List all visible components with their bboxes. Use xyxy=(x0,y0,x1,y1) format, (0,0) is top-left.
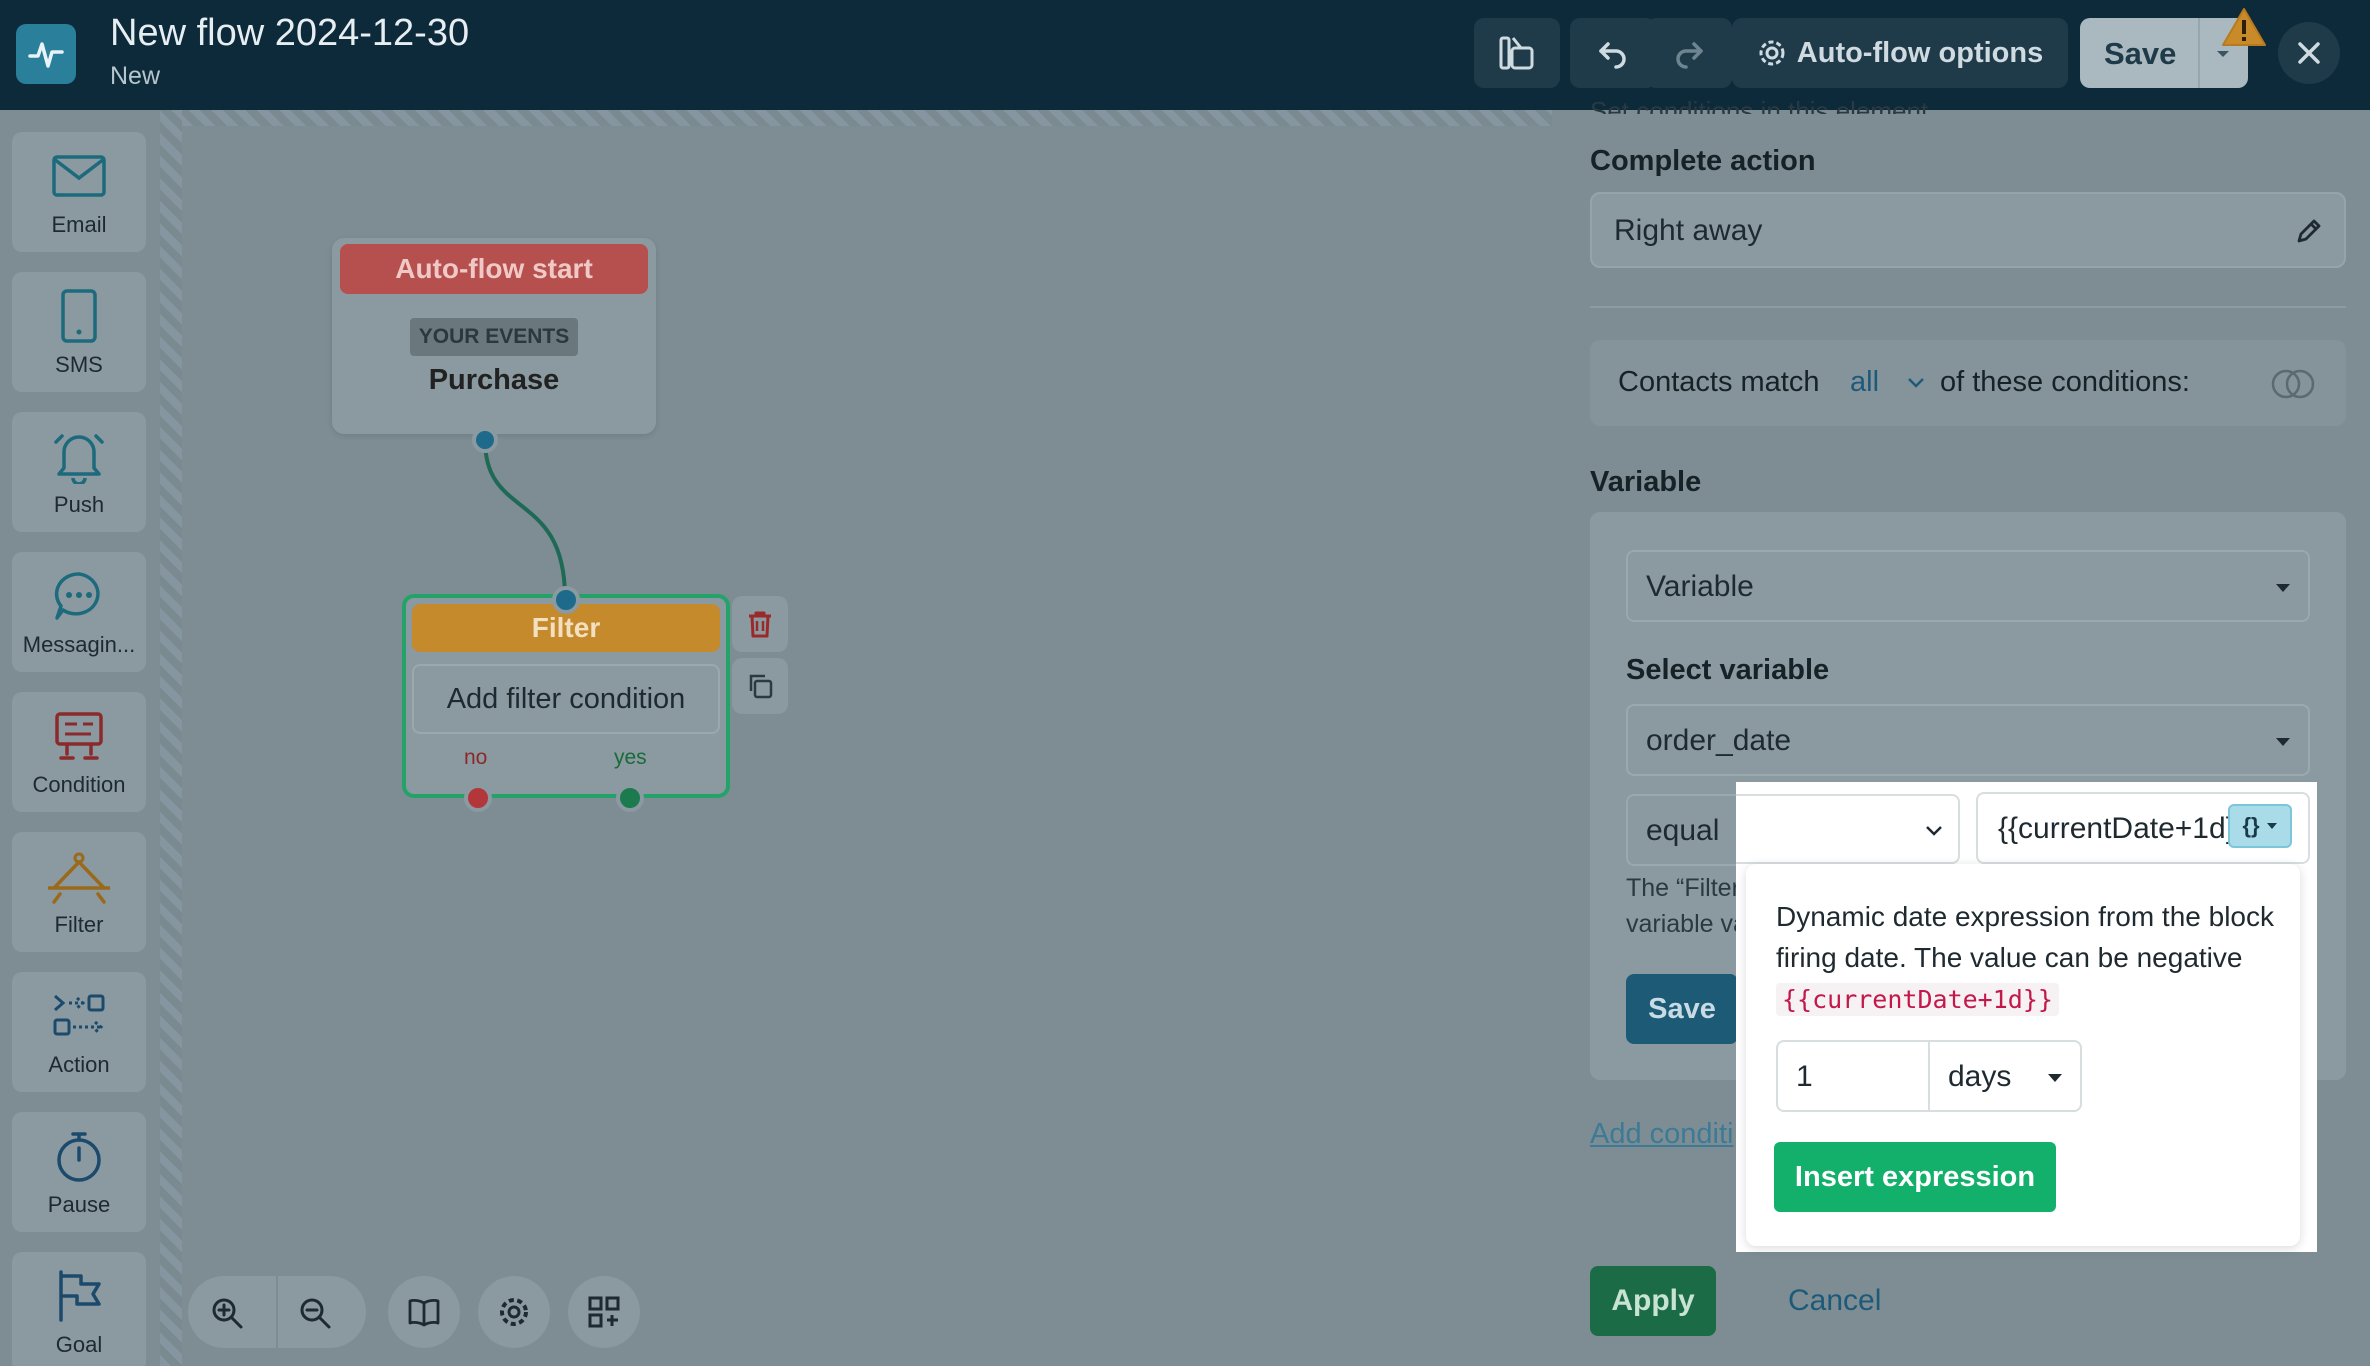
popup-description-text: Dynamic date expression from the block f… xyxy=(1776,901,2274,973)
yes-branch-label: yes xyxy=(614,746,647,769)
panel-divider xyxy=(1590,306,2346,308)
filter-node[interactable]: Filter Add filter condition no yes xyxy=(402,594,730,798)
match-prefix: Contacts match xyxy=(1618,366,1820,398)
yes-output-port[interactable] xyxy=(616,784,644,812)
amount-input[interactable]: 1 xyxy=(1776,1040,1930,1112)
warning-icon[interactable] xyxy=(2220,6,2268,53)
zoom-controls xyxy=(188,1276,366,1348)
close-icon xyxy=(2298,42,2320,64)
caret-down-icon xyxy=(2266,823,2277,829)
events-tag: YOUR EVENTS xyxy=(410,318,578,356)
unit-select[interactable]: days xyxy=(1928,1040,2082,1112)
add-filter-condition[interactable]: Add filter condition xyxy=(412,664,720,734)
filter-hint-line2: variable va xyxy=(1626,910,1747,938)
redo-button[interactable] xyxy=(1646,18,1732,88)
expression-menu-button[interactable]: {} xyxy=(2228,804,2292,848)
zoom-in-icon xyxy=(212,1298,243,1329)
edit-pencil-icon[interactable] xyxy=(2294,216,2324,246)
canvas-settings-button[interactable] xyxy=(478,1276,550,1348)
grid-icon xyxy=(588,1296,620,1328)
no-output-port[interactable] xyxy=(464,784,492,812)
zoom-out-button[interactable] xyxy=(298,1296,332,1335)
operator-select[interactable] xyxy=(1736,794,1960,864)
insert-expression-button[interactable]: Insert expression xyxy=(1774,1142,2056,1212)
auto-flow-options-label: Auto-flow options xyxy=(1796,36,2044,69)
amount-value: 1 xyxy=(1796,1060,1813,1093)
intersect-circles-icon[interactable] xyxy=(2270,368,2316,400)
undo-button[interactable] xyxy=(1570,18,1656,88)
book-icon xyxy=(408,1299,440,1327)
zoom-divider xyxy=(276,1276,278,1348)
gear-icon xyxy=(1759,40,1785,66)
operator-select-left[interactable]: equal xyxy=(1626,794,1746,866)
auto-flow-options-button[interactable]: Auto-flow options xyxy=(1732,18,2068,88)
delete-node-button[interactable] xyxy=(732,596,788,652)
close-button[interactable] xyxy=(2278,22,2340,84)
caret-down-icon xyxy=(2276,738,2290,746)
filter-hint-line1: The “Filter xyxy=(1626,874,1740,902)
complete-action-label: Complete action xyxy=(1590,145,1816,177)
trash-icon xyxy=(749,611,771,638)
cancel-button[interactable]: Cancel xyxy=(1788,1284,1881,1318)
save-top-label: Save xyxy=(2104,36,2177,71)
copy-icon xyxy=(749,674,773,699)
popup-description: Dynamic date expression from the block f… xyxy=(1776,896,2276,1020)
variable-type-value: Variable xyxy=(1646,570,1754,603)
start-node[interactable]: Auto-flow start YOUR EVENTS Purchase xyxy=(332,238,656,434)
chevron-down-icon xyxy=(1926,826,1942,836)
variable-name-select[interactable]: order_date xyxy=(1626,704,2310,776)
match-mode-select[interactable]: all xyxy=(1850,366,1879,399)
variable-section-label: Variable xyxy=(1590,466,1702,498)
match-conditions-bar: Contacts match all of these conditions: xyxy=(1590,340,2346,426)
minimap-button[interactable] xyxy=(568,1276,640,1348)
filter-input-port[interactable] xyxy=(552,586,580,614)
condition-save-button[interactable]: Save xyxy=(1626,974,1738,1044)
caret-down-icon xyxy=(2276,584,2290,592)
zoom-in-button[interactable] xyxy=(210,1296,244,1335)
variable-type-select[interactable]: Variable xyxy=(1626,550,2310,622)
copy-node-button[interactable] xyxy=(732,658,788,714)
panel-intro-text: Set conditions in this element. xyxy=(1590,96,1936,114)
start-node-title: Auto-flow start xyxy=(340,244,648,294)
operator-value: equal xyxy=(1646,814,1720,847)
docs-button[interactable] xyxy=(388,1276,460,1348)
save-split-divider xyxy=(2198,18,2200,88)
match-suffix: of these conditions: xyxy=(1940,366,2190,398)
condition-value: {{currentDate+1d}} xyxy=(1998,812,2246,845)
apply-button[interactable]: Apply xyxy=(1590,1266,1716,1336)
braces-icon: {} xyxy=(2242,813,2260,838)
start-event-name: Purchase xyxy=(428,364,560,396)
popup-example-code: {{currentDate+1d}} xyxy=(1776,983,2059,1016)
unit-value: days xyxy=(1948,1060,2012,1093)
variable-name-value: order_date xyxy=(1646,724,1792,757)
zoom-out-icon xyxy=(300,1298,331,1329)
redo-icon xyxy=(1676,42,1703,69)
date-expression-popup: Dynamic date expression from the block f… xyxy=(1746,864,2300,1246)
undo-icon xyxy=(1599,42,1626,69)
start-output-port[interactable] xyxy=(472,427,498,453)
complete-action-field[interactable]: Right away xyxy=(1590,192,2346,268)
complete-action-value: Right away xyxy=(1614,214,1763,247)
add-condition-link[interactable]: Add conditi xyxy=(1590,1118,1734,1151)
chevron-down-icon[interactable] xyxy=(1906,376,1926,390)
caret-down-icon xyxy=(2048,1074,2062,1082)
select-variable-label: Select variable xyxy=(1626,654,1830,686)
no-branch-label: no xyxy=(464,746,488,769)
gear-icon xyxy=(500,1298,528,1326)
